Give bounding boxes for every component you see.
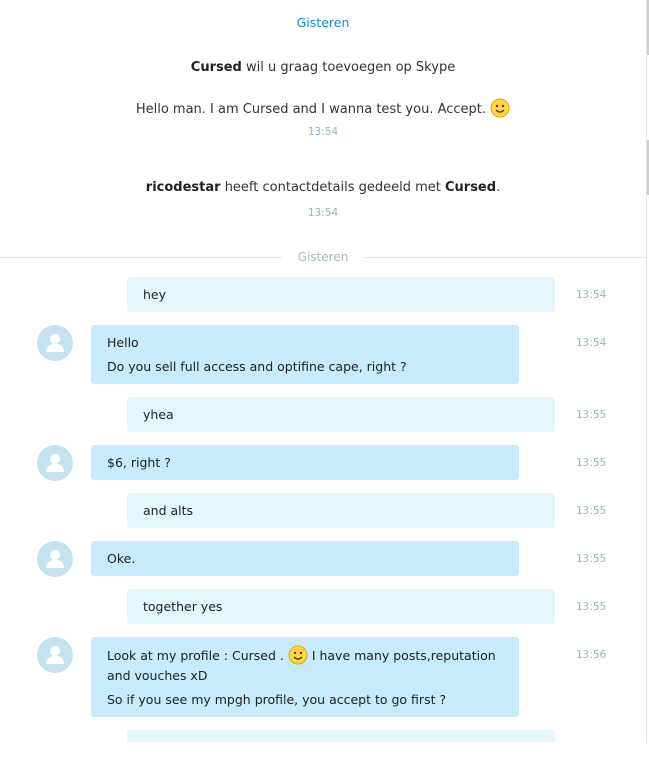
message-text: Hello [107,335,139,350]
message-timestamp: 13:56 [576,649,607,661]
message-text: Look at my profile : Cursed . [107,648,284,663]
my-message-bubble[interactable]: and alts [127,493,555,528]
default-user-avatar-icon[interactable] [37,445,73,481]
smile-emoticon-icon [288,645,308,665]
message-timestamp: 13:55 [576,457,607,469]
message-timestamp: 13:55 [576,553,607,565]
request-timestamp: 13:54 [307,126,339,138]
request-message-text: Hello man. I am Cursed and I wanna test … [135,102,487,117]
my-message-bubble[interactable]: together yes [127,589,555,624]
share-target-name: Cursed [444,180,497,195]
request-text: wil u graag toevoegen op Skype [241,60,456,75]
message-text: together yes [143,599,223,614]
message-timestamp: 13:54 [576,289,607,301]
share-timestamp: 13:54 [307,207,339,219]
their-message-bubble[interactable]: Hello Do you sell full access and optifi… [91,325,519,384]
their-message-bubble[interactable]: Oke. [91,541,519,576]
message-timestamp: 13:55 [576,409,607,421]
message-text: $6, right ? [107,455,171,470]
request-sender-name: Cursed [190,60,242,75]
share-text: heeft contactdetails gedeeld met [220,180,445,195]
message-text: and alts [143,503,194,518]
my-message-bubble[interactable]: hey [127,277,555,312]
smile-emoticon-icon [490,98,510,118]
bottom-blank-area [0,742,649,780]
chat-conversation-pane[interactable]: Gisteren Cursed wil u graag toevoegen op… [0,0,647,742]
day-divider-label: Gisteren [297,250,349,264]
message-line: Look at my profile : Cursed . I have man… [107,645,503,666]
message-text: hey [143,287,167,302]
message-text: Do you sell full access and optifine cap… [107,359,407,374]
share-end: . [496,180,501,195]
message-text: Oke. [107,551,136,566]
message-timestamp: 13:55 [576,505,607,517]
my-message-bubble[interactable] [127,730,555,742]
contact-request-line: Cursed wil u graag toevoegen op Skype [0,60,646,75]
message-text: and vouches xD [107,668,208,683]
message-text: yhea [143,407,174,422]
my-message-bubble[interactable]: yhea [127,397,555,432]
share-user-name: ricodestar [145,180,221,195]
their-message-bubble[interactable]: $6, right ? [91,445,519,480]
day-header: Gisteren [296,15,350,30]
default-user-avatar-icon[interactable] [37,541,73,577]
message-text: I have many posts,reputation [307,648,496,663]
message-text: So if you see my mpgh profile, you accep… [107,692,447,707]
default-user-avatar-icon[interactable] [37,325,73,361]
their-message-bubble[interactable]: Look at my profile : Cursed . I have man… [91,637,519,717]
default-user-avatar-icon[interactable] [37,637,73,673]
contact-request-message: Hello man. I am Cursed and I wanna test … [0,98,646,118]
message-timestamp: 13:55 [576,601,607,613]
message-timestamp: 13:54 [576,337,607,349]
contact-share-line: ricodestar heeft contactdetails gedeeld … [0,180,646,195]
